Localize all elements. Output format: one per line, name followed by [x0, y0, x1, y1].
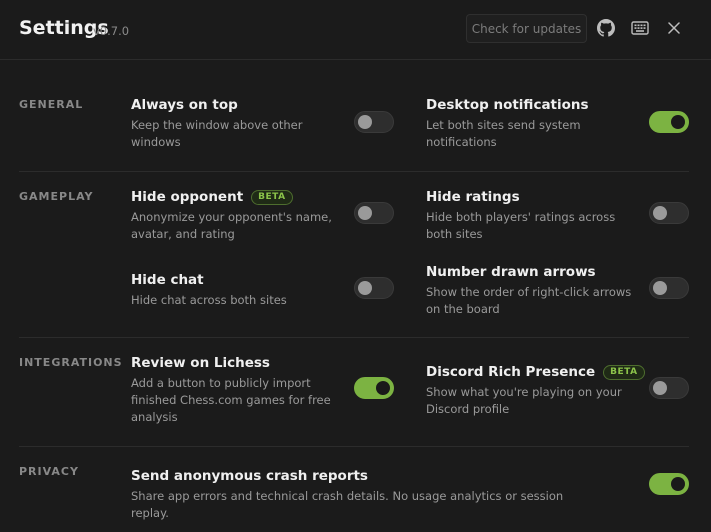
desktop-notifications-toggle[interactable]: [649, 111, 689, 133]
setting-title: Hide chat: [131, 272, 204, 288]
hide-ratings-toggle[interactable]: [649, 202, 689, 224]
setting-hide-ratings: Hide ratings Hide both players' ratings …: [426, 188, 641, 243]
setting-title: Hide opponent: [131, 189, 244, 205]
setting-title: Review on Lichess: [131, 355, 270, 371]
toggle-knob: [671, 115, 685, 129]
section-label-integrations: INTEGRATIONS: [19, 356, 123, 369]
always-on-top-toggle[interactable]: [354, 111, 394, 133]
section-label-gameplay: GAMEPLAY: [19, 190, 94, 203]
setting-title: Send anonymous crash reports: [131, 468, 368, 484]
setting-title: Hide ratings: [426, 189, 520, 205]
setting-always-on-top: Always on top Keep the window above othe…: [131, 96, 346, 151]
crash-reports-toggle[interactable]: [649, 473, 689, 495]
setting-discord-presence: Discord Rich Presence BETA Show what you'…: [426, 363, 645, 418]
toggle-knob: [358, 206, 372, 220]
setting-description: Keep the window above other windows: [131, 118, 303, 149]
setting-description: Anonymize your opponent's name, avatar, …: [131, 210, 332, 241]
setting-description: Hide chat across both sites: [131, 293, 287, 307]
section-divider: [19, 337, 689, 338]
hide-chat-toggle[interactable]: [354, 277, 394, 299]
setting-description: Show the order of right-click arrows on …: [426, 285, 632, 316]
setting-number-arrows: Number drawn arrows Show the order of ri…: [426, 263, 641, 318]
discord-presence-toggle[interactable]: [649, 377, 689, 399]
beta-badge: BETA: [251, 189, 293, 205]
setting-review-lichess: Review on Lichess Add a button to public…: [131, 354, 346, 426]
setting-hide-opponent: Hide opponent BETA Anonymize your opponen…: [131, 188, 346, 243]
toggle-knob: [653, 381, 667, 395]
close-icon[interactable]: [664, 18, 684, 38]
section-label-general: GENERAL: [19, 98, 84, 111]
setting-description: Add a button to publicly import finished…: [131, 376, 331, 424]
toggle-knob: [358, 115, 372, 129]
setting-title: Desktop notifications: [426, 97, 589, 113]
setting-description: Show what you're playing on your Discord…: [426, 385, 622, 416]
setting-description: Let both sites send system notifications: [426, 118, 581, 149]
toggle-knob: [653, 281, 667, 295]
setting-desktop-notifications: Desktop notifications Let both sites sen…: [426, 96, 641, 151]
toggle-knob: [671, 477, 685, 491]
section-label-privacy: PRIVACY: [19, 465, 79, 478]
review-lichess-toggle[interactable]: [354, 377, 394, 399]
section-divider: [19, 446, 689, 447]
number-arrows-toggle[interactable]: [649, 277, 689, 299]
section-divider: [19, 171, 689, 172]
setting-title: Discord Rich Presence: [426, 364, 596, 380]
settings-header: Settings v0.7.0 Check for updates: [0, 0, 711, 60]
setting-crash-reports: Send anonymous crash reports Share app e…: [131, 467, 591, 522]
check-updates-button[interactable]: Check for updates: [466, 14, 587, 43]
setting-hide-chat: Hide chat Hide chat across both sites: [131, 271, 346, 309]
github-icon[interactable]: [596, 18, 616, 38]
setting-title: Always on top: [131, 97, 238, 113]
toggle-knob: [376, 381, 390, 395]
setting-description: Hide both players' ratings across both s…: [426, 210, 616, 241]
version-label: v0.7.0: [93, 24, 130, 38]
hide-opponent-toggle[interactable]: [354, 202, 394, 224]
beta-badge: BETA: [603, 364, 645, 380]
keyboard-icon[interactable]: [630, 18, 650, 38]
toggle-knob: [653, 206, 667, 220]
setting-title: Number drawn arrows: [426, 264, 596, 280]
setting-description: Share app errors and technical crash det…: [131, 489, 564, 520]
toggle-knob: [358, 281, 372, 295]
